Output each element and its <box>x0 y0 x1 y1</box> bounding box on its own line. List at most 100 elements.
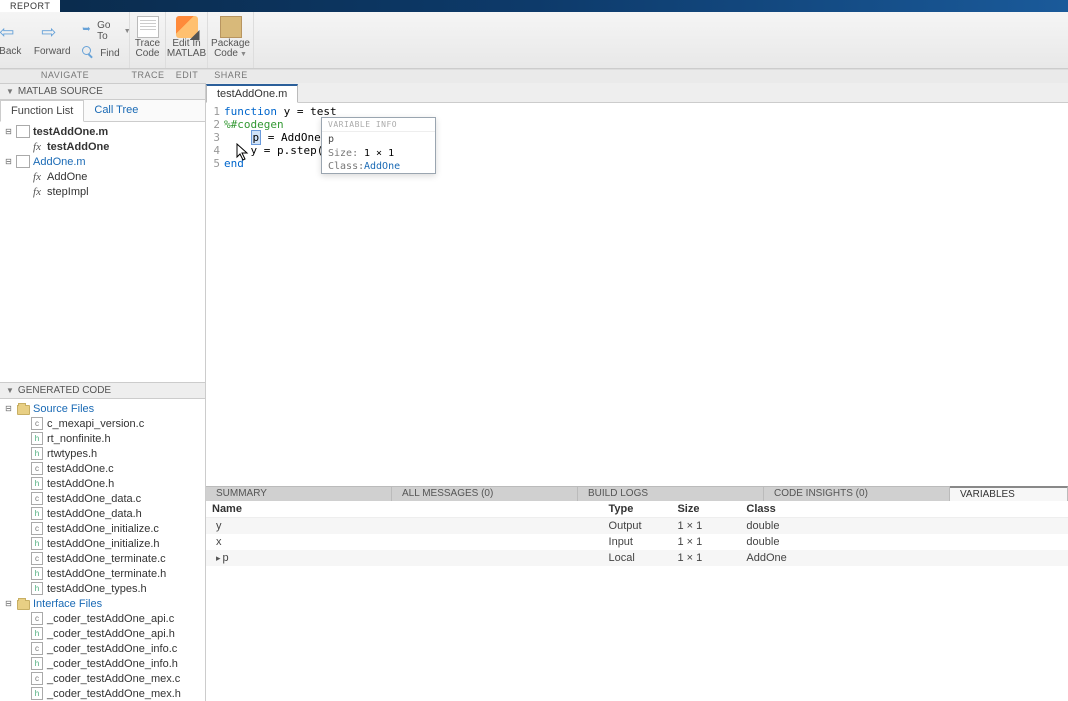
tree-file[interactable]: htestAddOne_types.h <box>0 581 205 596</box>
variable-row[interactable]: xInput1 × 1double <box>206 534 1068 550</box>
tab-summary[interactable]: SUMMARY <box>206 487 392 501</box>
col-size[interactable]: Size <box>671 501 740 518</box>
find-icon <box>82 46 96 60</box>
tree-folder-source-files[interactable]: ⊟ Source Files <box>0 401 205 416</box>
tree-file-testaddone[interactable]: ⊟ testAddOne.m <box>0 124 205 139</box>
h-file-icon: h <box>31 627 43 640</box>
back-button[interactable]: ⇦ Back <box>0 21 30 59</box>
col-class[interactable]: Class <box>740 501 1068 518</box>
tree-file[interactable]: h_coder_testAddOne_mex.h <box>0 686 205 701</box>
c-file-icon: c <box>31 642 43 655</box>
c-file-icon: c <box>31 612 43 625</box>
trace-code-button[interactable]: Trace Code <box>126 14 170 61</box>
variable-tooltip: VARIABLE INFO p Size:1 × 1 Class:AddOne <box>321 117 436 174</box>
tree-file[interactable]: cc_mexapi_version.c <box>0 416 205 431</box>
tree-file[interactable]: ctestAddOne.c <box>0 461 205 476</box>
sidebar: ▼ MATLAB SOURCE Function List Call Tree … <box>0 83 206 701</box>
trace-icon <box>137 16 159 38</box>
c-file-icon: c <box>31 417 43 430</box>
h-file-icon: h <box>31 477 43 490</box>
variable-row[interactable]: ▸pLocal1 × 1AddOne <box>206 550 1068 566</box>
h-file-icon: h <box>31 567 43 580</box>
hovered-variable[interactable]: p <box>251 130 262 145</box>
file-tab-testaddone[interactable]: testAddOne.m <box>206 84 298 103</box>
arrow-right-icon: ⇨ <box>41 23 63 45</box>
fx-icon: fx <box>30 170 44 183</box>
generated-code-tree[interactable]: ⊟ Source Files cc_mexapi_version.chrt_no… <box>0 399 205 701</box>
chevron-down-icon: ▼ <box>240 51 247 58</box>
tree-file[interactable]: htestAddOne_data.h <box>0 506 205 521</box>
tree-file[interactable]: htestAddOne_terminate.h <box>0 566 205 581</box>
edit-in-matlab-button[interactable]: Edit In MATLAB <box>165 14 209 61</box>
fx-icon: fx <box>30 185 44 198</box>
edit-icon <box>176 16 198 38</box>
tooltip-title: VARIABLE INFO <box>322 118 435 132</box>
c-file-icon: c <box>31 492 43 505</box>
h-file-icon: h <box>31 447 43 460</box>
mfile-icon <box>16 125 30 138</box>
tree-folder-interface-files[interactable]: ⊟ Interface Files <box>0 596 205 611</box>
editor-area: testAddOne.m 1function y = test 2%#codeg… <box>206 83 1068 701</box>
variable-row[interactable]: yOutput1 × 1double <box>206 518 1068 535</box>
tree-file[interactable]: c_coder_testAddOne_api.c <box>0 611 205 626</box>
tooltip-var-name: p <box>322 132 435 147</box>
collapse-icon: ▼ <box>6 87 14 96</box>
tab-all-messages[interactable]: ALL MESSAGES (0) <box>392 487 578 501</box>
c-file-icon: c <box>31 552 43 565</box>
tree-fn-stepimpl[interactable]: fx stepImpl <box>0 184 205 199</box>
app-titlebar: REPORT <box>0 0 1068 12</box>
arrow-left-icon: ⇦ <box>0 23 21 45</box>
collapse-icon: ▼ <box>6 386 14 395</box>
h-file-icon: h <box>31 687 43 700</box>
tree-fn-addone[interactable]: fx AddOne <box>0 169 205 184</box>
fx-icon: fx <box>30 140 44 153</box>
package-icon <box>220 16 242 38</box>
matlab-source-tabs: Function List Call Tree <box>0 100 205 122</box>
variables-table: Name Type Size Class yOutput1 × 1doublex… <box>206 501 1068 566</box>
folder-icon <box>17 405 30 415</box>
forward-button[interactable]: ⇨ Forward <box>30 21 74 59</box>
matlab-source-header[interactable]: ▼ MATLAB SOURCE <box>0 83 205 100</box>
file-tabs: testAddOne.m <box>206 83 1068 103</box>
goto-icon: ➥ <box>82 24 93 38</box>
tree-file[interactable]: ctestAddOne_data.c <box>0 491 205 506</box>
tree-file[interactable]: hrtwtypes.h <box>0 446 205 461</box>
h-file-icon: h <box>31 582 43 595</box>
tree-file[interactable]: htestAddOne_initialize.h <box>0 536 205 551</box>
matlab-source-tree[interactable]: ⊟ testAddOne.m fx testAddOne ⊟ AddOne.m … <box>0 122 205 382</box>
tooltip-class-link[interactable]: AddOne <box>364 161 400 172</box>
generated-code-header[interactable]: ▼ GENERATED CODE <box>0 382 205 399</box>
tab-function-list[interactable]: Function List <box>0 100 84 122</box>
tree-file[interactable]: h_coder_testAddOne_api.h <box>0 626 205 641</box>
c-file-icon: c <box>31 672 43 685</box>
h-file-icon: h <box>31 537 43 550</box>
tab-call-tree[interactable]: Call Tree <box>84 100 148 121</box>
col-name[interactable]: Name <box>206 501 603 518</box>
toolstrip: ⇦ Back ⇨ Forward ➥ Go To▼ Find Trac <box>0 12 1068 69</box>
tree-file[interactable]: htestAddOne.h <box>0 476 205 491</box>
folder-icon <box>17 600 30 610</box>
tree-fn-testaddone[interactable]: fx testAddOne <box>0 139 205 154</box>
variables-panel: Name Type Size Class yOutput1 × 1doublex… <box>206 501 1068 701</box>
tab-report[interactable]: REPORT <box>0 0 60 12</box>
tree-file-addone[interactable]: ⊟ AddOne.m <box>0 154 205 169</box>
h-file-icon: h <box>31 507 43 520</box>
h-file-icon: h <box>31 657 43 670</box>
c-file-icon: c <box>31 522 43 535</box>
tree-file[interactable]: c_coder_testAddOne_mex.c <box>0 671 205 686</box>
tree-file[interactable]: c_coder_testAddOne_info.c <box>0 641 205 656</box>
row-marker-icon: ▸ <box>216 553 223 563</box>
tree-file[interactable]: hrt_nonfinite.h <box>0 431 205 446</box>
c-file-icon: c <box>31 462 43 475</box>
toolstrip-group-labels: NAVIGATE TRACE EDIT SHARE <box>0 69 1068 83</box>
code-view[interactable]: 1function y = test 2%#codegen 3 p = AddO… <box>206 103 1068 486</box>
tab-build-logs[interactable]: BUILD LOGS <box>578 487 764 501</box>
tree-file[interactable]: h_coder_testAddOne_info.h <box>0 656 205 671</box>
tab-variables[interactable]: VARIABLES <box>950 486 1068 501</box>
package-code-button[interactable]: Package Code▼ <box>209 14 253 62</box>
tree-file[interactable]: ctestAddOne_initialize.c <box>0 521 205 536</box>
bottom-tabs: SUMMARY ALL MESSAGES (0) BUILD LOGS CODE… <box>206 486 1068 501</box>
col-type[interactable]: Type <box>603 501 672 518</box>
tree-file[interactable]: ctestAddOne_terminate.c <box>0 551 205 566</box>
tab-code-insights[interactable]: CODE INSIGHTS (0) <box>764 487 950 501</box>
